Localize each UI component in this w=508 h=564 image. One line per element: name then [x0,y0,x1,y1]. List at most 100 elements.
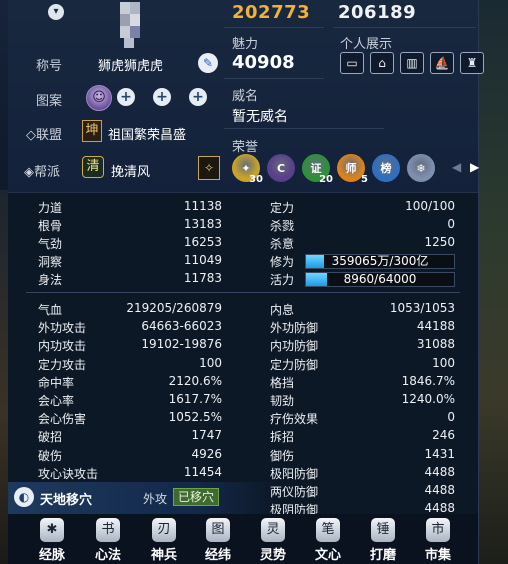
outfit-icon[interactable]: ♜ [460,52,484,74]
charm-value: 40908 [232,52,295,73]
stat-value: 19102-19876 [141,337,222,352]
nav-icon: 书 [96,518,120,542]
stat-label: 会心伤害 [38,412,87,427]
stat-value: 1240.0% [401,392,455,406]
scroll-right-icon[interactable]: ▶ [470,160,479,174]
guild-emblem-icon[interactable]: ✧ [198,156,220,180]
stat-label: 破招 [38,430,63,445]
stat-label: 御伤 [270,448,295,463]
nav-icon: 刃 [152,518,176,542]
alliance-label: ◇联盟 [26,128,62,143]
nav-icon: 市 [426,518,450,542]
nav-item-4[interactable]: 灵灵势 [251,518,295,563]
stat-label: 活力 [270,273,295,287]
nav-item-6[interactable]: 锤打磨 [361,518,405,563]
nav-item-0[interactable]: ✱ 经脉 [30,518,74,563]
divider [224,27,324,28]
stat-label: 内息 [270,303,295,317]
nav-item-2[interactable]: 刃神兵 [142,518,186,563]
guild-label-text: 帮派 [34,165,61,180]
stat-value: 16253 [183,235,222,249]
stat-label: 极阳防御 [270,466,319,481]
title-value: 狮虎狮虎虎 [98,59,164,74]
add-pattern-icon[interactable]: + [117,88,135,106]
stat-label: 气劲 [38,237,63,251]
stat-label: 破伤 [38,448,63,463]
stat-value: 2120.6% [168,373,222,388]
honor-badge-icon[interactable]: ❄ [407,154,435,182]
honor-badge-icon[interactable]: ✦ 30 [232,154,263,185]
stat-value: 4926 [191,446,222,461]
nav-label: 灵势 [259,548,286,563]
honor-list: ✦ 30 C 证 20 师 5 榜 ❄ [232,154,435,185]
stat-value: 1052.5% [168,410,222,425]
nav-label: 神兵 [150,548,177,563]
showcase-label: 个人展示 [340,37,393,52]
alliance-name[interactable]: 祖国繁荣昌盛 [108,124,186,143]
honor-glyph: C [276,162,286,175]
nav-icon: 笔 [316,518,340,542]
honor-badge-icon[interactable]: 证 20 [302,154,333,185]
avatar [120,0,140,48]
stat-value: 11454 [183,464,222,479]
stat-value: 1846.7% [401,373,455,388]
scroll-left-icon[interactable]: ◀ [452,160,461,174]
stat-value: 11049 [183,253,222,267]
honor-count: 20 [319,174,333,185]
character-info-panel: ▾ 202773 206189 魅力 40908 个人展示 ▭ ⌂ ▥ ⛵ ♜ … [0,0,508,564]
stat-label: 内功防御 [270,339,319,354]
stat-label: 根骨 [38,219,63,233]
honor-glyph: 榜 [380,162,392,175]
add-pattern-icon[interactable]: + [153,88,171,106]
collapse-icon[interactable]: ▾ [48,4,64,20]
stat-label: 身法 [38,273,63,287]
stat-value: 1250 [424,235,455,249]
stat-value: 11783 [183,271,222,285]
nav-icon: 图 [206,518,230,542]
stat-label: 外功防御 [270,321,319,336]
skill-type: 外攻 [143,492,168,506]
honor-count: 5 [361,174,368,185]
progress-bar: 8960/64000 [305,272,455,287]
nav-label: 打磨 [369,548,396,563]
stat-value: 219205/260879 [126,301,222,315]
stat-label: 定力 [270,201,295,215]
combat-power-value: 202773 [232,2,311,23]
stat-label: 外功攻击 [38,321,87,336]
honor-count: 30 [249,174,263,185]
nav-item-3[interactable]: 图经纬 [196,518,240,563]
edit-title-icon[interactable]: ✎ [198,53,218,73]
id-card-icon[interactable]: ▭ [340,52,364,74]
profile-header: ▾ 202773 206189 魅力 40908 个人展示 ▭ ⌂ ▥ ⛵ ♜ … [8,0,484,192]
add-pattern-icon[interactable]: + [189,88,207,106]
honor-badge-icon[interactable]: 师5 [337,154,368,185]
vehicle-icon[interactable]: ⛵ [430,52,454,74]
honor-badge-icon[interactable]: C [267,154,295,182]
stat-label: 定力攻击 [38,357,87,372]
nav-item-5[interactable]: 笔文心 [306,518,350,563]
stat-label: 疗伤效果 [270,412,319,427]
nav-item-7[interactable]: 市市集 [416,518,460,563]
house-icon[interactable]: ⌂ [370,52,394,74]
stat-label: 定力防御 [270,357,319,372]
right-background [478,0,508,564]
nav-icon: 灵 [261,518,285,542]
acupoint-shift-icon[interactable]: ◐ [14,487,34,507]
stat-label: 会心率 [38,394,75,408]
building-icon[interactable]: ▥ [400,52,424,74]
stat-label: 韧劲 [270,394,295,408]
honor-glyph: ❄ [416,162,426,175]
nav-item-1[interactable]: 书心法 [86,518,130,563]
showcase-icons: ▭ ⌂ ▥ ⛵ ♜ [340,52,484,74]
stat-value: 64663-66023 [141,319,222,334]
stat-value: 0 [447,217,455,231]
nav-label: 市集 [424,548,451,563]
stat-value: 4488 [424,464,455,479]
guild-name[interactable]: 挽清风 [111,161,150,180]
stat-label: 洞察 [38,255,63,269]
title-label: 称号 [36,59,63,74]
stat-value: 1747 [191,428,222,443]
skill-state-badge[interactable]: 已移穴 [173,488,220,506]
honor-badge-icon[interactable]: 榜 [372,154,400,182]
pattern-avatar-icon[interactable]: ☺ [86,85,112,111]
